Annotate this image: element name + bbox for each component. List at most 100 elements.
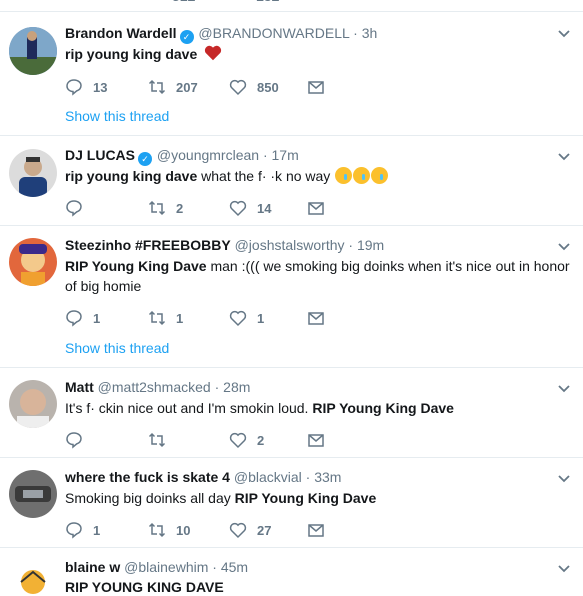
direct-message-button[interactable] <box>307 308 325 328</box>
reply-icon <box>66 200 82 217</box>
avatar-image-icon <box>9 238 57 286</box>
chevron-down-icon[interactable] <box>557 150 571 164</box>
timestamp[interactable]: 28m <box>223 379 250 395</box>
tweet-text-rest: what the f· ·k no way <box>197 168 335 184</box>
like-button[interactable]: 14 <box>229 198 271 218</box>
retweet-count: 10 <box>176 522 191 538</box>
tweet-header: Brandon Wardell ✓ @BRANDONWARDELL · 3h <box>65 24 377 44</box>
avatar[interactable] <box>9 470 57 518</box>
chevron-down-icon[interactable] <box>557 472 571 486</box>
tweet[interactable]: DJ LUCAS ✓ @youngmrclean · 17m rip young … <box>0 136 583 226</box>
avatar-image-icon <box>9 27 57 75</box>
chevron-down-icon[interactable] <box>557 240 571 254</box>
envelope-icon <box>308 312 324 325</box>
tweet[interactable]: Brandon Wardell ✓ @BRANDONWARDELL · 3h ri… <box>0 12 583 136</box>
timestamp[interactable]: 33m <box>314 469 341 485</box>
separator: · <box>262 147 268 163</box>
tweet-actions: 2 <box>65 430 365 450</box>
handle[interactable]: @blainewhim <box>124 559 208 575</box>
show-thread-link[interactable]: Show this thread <box>65 108 169 124</box>
reply-icon <box>66 79 82 96</box>
avatar[interactable] <box>9 27 57 75</box>
verified-badge-icon: ✓ <box>179 30 194 44</box>
reply-icon <box>66 522 82 539</box>
retweet-icon <box>148 200 166 216</box>
handle[interactable]: @joshstalsworthy <box>235 237 345 253</box>
handle[interactable]: @matt2shmacked <box>98 379 211 395</box>
tweet-text: It's f· ckin nice out and I'm smokin lou… <box>65 398 573 418</box>
retweet-count: 1 <box>176 310 184 326</box>
envelope-icon <box>308 81 324 94</box>
crying-face-emoji-icon <box>353 167 371 184</box>
timestamp[interactable]: 3h <box>362 25 378 41</box>
retweet-count: 2 <box>176 200 184 216</box>
handle[interactable]: @BRANDONWARDELL <box>198 25 349 41</box>
tweet-header: DJ LUCAS ✓ @youngmrclean · 17m <box>65 146 299 166</box>
separator: · <box>214 379 220 395</box>
direct-message-button[interactable] <box>307 520 325 540</box>
reply-count: 13 <box>93 79 108 95</box>
chevron-down-icon[interactable] <box>557 27 571 41</box>
avatar-image-icon <box>9 149 57 197</box>
retweet-button[interactable]: 1 <box>148 308 183 328</box>
display-name[interactable]: where the fuck is skate 4 <box>65 469 230 485</box>
avatar[interactable] <box>9 560 57 596</box>
heart-icon <box>229 79 247 96</box>
tweet-header: blaine w @blainewhim · 45m <box>65 558 248 576</box>
envelope-icon <box>308 202 324 215</box>
display-name[interactable]: Matt <box>65 379 94 395</box>
direct-message-button[interactable] <box>307 430 325 450</box>
display-name[interactable]: blaine w <box>65 559 120 575</box>
crying-face-emoji-icon <box>335 167 353 184</box>
separator: · <box>212 559 217 575</box>
separator: · <box>353 25 358 41</box>
tweet[interactable]: Matt @matt2shmacked · 28m It's f· ckin n… <box>0 368 583 458</box>
tweet[interactable]: where the fuck is skate 4 @blackvial · 3… <box>0 458 583 548</box>
tweet-header: Steezinho #FREEBOBBY @joshstalsworthy · … <box>65 236 384 254</box>
reply-button[interactable]: 1 <box>65 520 100 540</box>
direct-message-button[interactable] <box>307 77 325 97</box>
tweet-actions: 2 14 <box>65 198 365 218</box>
show-thread-link[interactable]: Show this thread <box>65 340 169 356</box>
tweet-text-bold: rip young king dave <box>65 46 198 62</box>
display-name[interactable]: DJ LUCAS <box>65 147 135 163</box>
avatar[interactable] <box>9 380 57 428</box>
envelope-icon <box>308 524 324 537</box>
timestamp[interactable]: 19m <box>357 237 384 253</box>
like-button[interactable]: 850 <box>229 77 279 97</box>
retweet-button[interactable] <box>148 430 176 450</box>
like-button[interactable]: 1 <box>229 308 264 328</box>
heart-icon <box>229 522 247 539</box>
chevron-down-icon[interactable] <box>557 382 571 396</box>
like-button[interactable]: 27 <box>229 520 271 540</box>
direct-message-button[interactable] <box>307 198 325 218</box>
retweet-count: 512 <box>172 0 195 4</box>
reply-button[interactable] <box>65 430 93 450</box>
reply-button[interactable] <box>65 198 93 218</box>
display-name[interactable]: Brandon Wardell <box>65 25 177 41</box>
display-name[interactable]: Steezinho #FREEBOBBY <box>65 237 231 253</box>
timestamp[interactable]: 45m <box>221 559 248 575</box>
timestamp[interactable]: 17m <box>272 147 299 163</box>
tweet[interactable]: blaine w @blainewhim · 45m RIP YOUNG KIN… <box>0 548 583 596</box>
avatar-image-icon <box>9 380 57 428</box>
avatar-image-icon <box>9 560 57 596</box>
chevron-down-icon[interactable] <box>557 562 571 576</box>
tweet-actions: 1 1 1 <box>65 308 365 328</box>
avatar[interactable] <box>9 238 57 286</box>
retweet-button[interactable]: 207 <box>148 77 198 97</box>
like-count: 27 <box>257 522 272 538</box>
reply-count: 1 <box>93 310 101 326</box>
reply-button[interactable]: 1 <box>65 308 100 328</box>
tweet[interactable]: Steezinho #FREEBOBBY @joshstalsworthy · … <box>0 226 583 368</box>
handle[interactable]: @blackvial <box>234 469 302 485</box>
avatar[interactable] <box>9 149 57 197</box>
retweet-button[interactable]: 2 <box>148 198 183 218</box>
heart-icon <box>229 432 247 449</box>
reply-button[interactable]: 13 <box>65 77 107 97</box>
heart-icon <box>229 310 247 327</box>
like-button[interactable]: 2 <box>229 430 264 450</box>
handle[interactable]: @youngmrclean <box>157 147 259 163</box>
retweet-button[interactable]: 10 <box>148 520 190 540</box>
reply-icon <box>66 432 82 449</box>
